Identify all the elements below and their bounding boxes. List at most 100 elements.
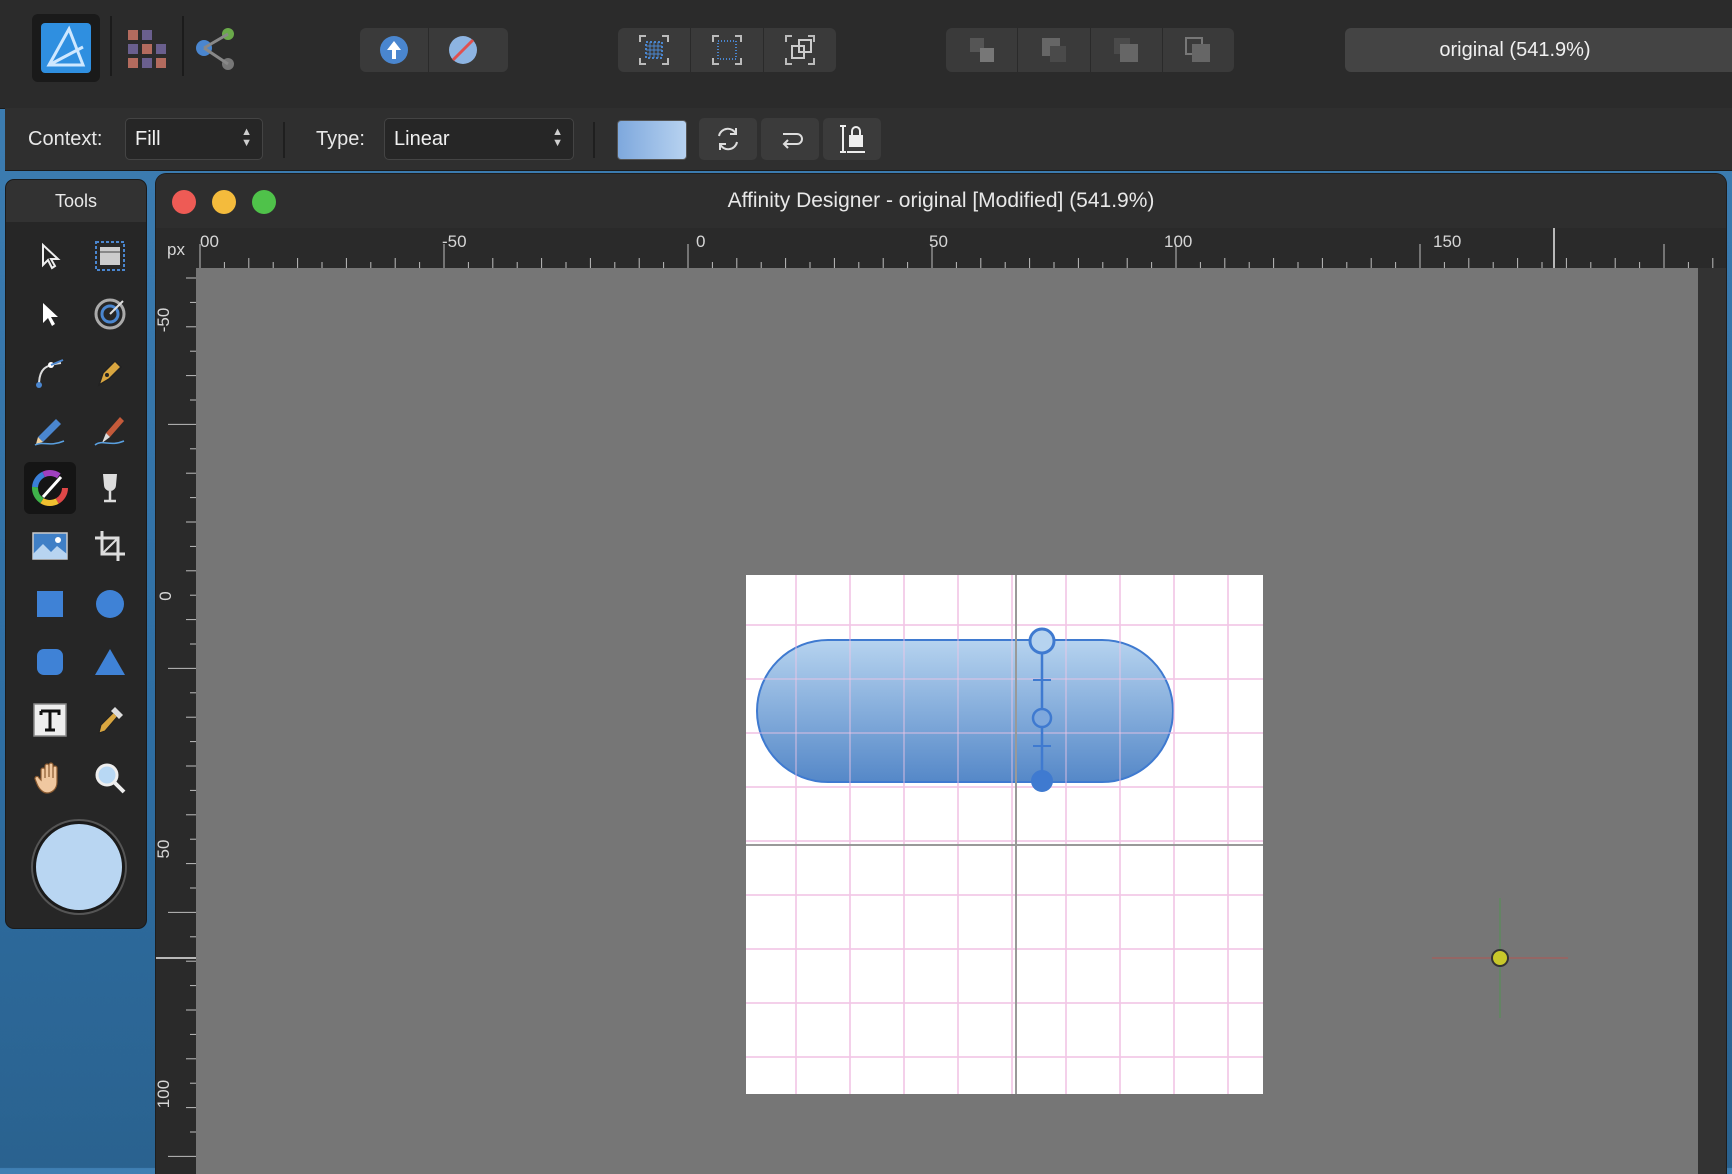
no-assistant-button[interactable] <box>429 28 497 72</box>
eyedropper-icon <box>98 707 123 734</box>
lock-icon <box>840 125 865 153</box>
rectangle-icon <box>37 591 63 617</box>
gradient-mid-stop[interactable] <box>1031 707 1053 729</box>
dotted-grid-icon <box>712 35 742 65</box>
lock-gradient-button[interactable] <box>823 118 881 160</box>
context-toolbar: Context: Fill ▲ ▼ Type: Linear ▲ ▼ <box>5 108 1732 171</box>
move-forward-one-icon <box>1114 38 1139 62</box>
artistic-text-tool[interactable] <box>24 694 76 746</box>
context-divider <box>283 122 285 158</box>
move-back-one-button[interactable] <box>1018 28 1091 72</box>
move-back-icon <box>969 38 994 62</box>
h-ruler-label: 0 <box>696 232 706 251</box>
export-persona-button[interactable] <box>194 26 242 77</box>
designer-persona-icon <box>41 23 91 73</box>
ruler-unit[interactable]: px <box>156 228 196 268</box>
wine-glass-icon <box>103 474 117 503</box>
v-ruler-label: -50 <box>156 307 173 333</box>
tools-panel: Tools <box>6 180 146 928</box>
pen-tool[interactable] <box>84 346 136 398</box>
hand-icon <box>34 762 58 794</box>
rounded-rectangle-tool[interactable] <box>24 636 76 688</box>
rounded-rectangle-icon <box>37 649 63 675</box>
transparency-tool[interactable] <box>84 462 136 514</box>
move-front-button[interactable] <box>1163 28 1234 72</box>
document-titlebar: Affinity Designer - original [Modified] … <box>156 174 1726 229</box>
h-ruler-label: 00 <box>200 232 219 251</box>
place-image-tool[interactable] <box>24 520 76 572</box>
export-persona-icon <box>196 28 234 70</box>
reverse-icon <box>782 133 803 149</box>
pen-nib-icon <box>97 359 123 387</box>
circle-icon <box>96 590 124 618</box>
gradient-preview-swatch[interactable] <box>617 120 687 160</box>
select-arrows-icon: ▲ ▼ <box>552 126 563 149</box>
h-ruler-label: 100 <box>1164 232 1193 251</box>
crop-tool[interactable] <box>84 520 136 572</box>
move-tool[interactable] <box>24 230 76 282</box>
transform-icon <box>785 35 815 65</box>
pill-shape[interactable] <box>756 639 1174 783</box>
horizontal-ruler[interactable]: 00 -50 0 50 100 150 <box>196 228 1726 268</box>
text-icon <box>33 703 67 737</box>
ellipse-tool[interactable] <box>84 578 136 630</box>
main-toolbar: original (541.9%) <box>0 0 1732 109</box>
v-ruler-label: 100 <box>156 1079 173 1109</box>
pixel-grid-button[interactable] <box>618 28 691 72</box>
h-ruler-label: -50 <box>442 232 467 251</box>
zoom-tool[interactable] <box>84 752 136 804</box>
no-assistant-icon <box>449 36 477 64</box>
pixel-persona-icon <box>128 30 166 68</box>
assistant-icon <box>380 36 408 64</box>
color-picker-tool[interactable] <box>84 694 136 746</box>
node-pointer-icon <box>43 303 58 326</box>
vertical-ruler-ticks <box>156 277 196 1157</box>
v-ruler-label: 0 <box>156 591 175 601</box>
corner-tool[interactable] <box>24 346 76 398</box>
zoom-field[interactable]: original (541.9%) <box>1345 28 1732 72</box>
select-arrows-icon: ▲ ▼ <box>241 126 252 149</box>
assistant-button[interactable] <box>360 28 429 72</box>
toolbar-divider <box>182 16 184 76</box>
rotate-gradient-button[interactable] <box>699 118 757 160</box>
vertical-ruler[interactable]: -50 0 50 100 <box>156 268 196 1174</box>
pencil-icon <box>34 419 65 446</box>
move-forward-one-button[interactable] <box>1091 28 1163 72</box>
h-ruler-label: 150 <box>1433 232 1462 251</box>
color-wheel-icon <box>32 470 68 506</box>
type-select[interactable]: Linear ▲ ▼ <box>384 118 574 160</box>
triangle-tool[interactable] <box>84 636 136 688</box>
move-front-icon <box>1185 37 1211 62</box>
view-tool[interactable] <box>24 752 76 804</box>
reverse-gradient-button[interactable] <box>761 118 819 160</box>
document-window: Affinity Designer - original [Modified] … <box>156 174 1726 1174</box>
context-select[interactable]: Fill ▲ ▼ <box>125 118 263 160</box>
cursor-target-icon <box>1491 949 1509 967</box>
rectangle-tool[interactable] <box>24 578 76 630</box>
pencil-tool[interactable] <box>24 404 76 456</box>
rotate-icon <box>718 127 738 151</box>
designer-persona-button[interactable] <box>32 14 100 82</box>
fill-tool[interactable] <box>24 462 76 514</box>
artboard-icon <box>95 241 125 271</box>
context-select-value: Fill <box>135 128 161 150</box>
gradient-end-stop[interactable] <box>1031 770 1053 792</box>
dotted-grid-button[interactable] <box>691 28 764 72</box>
crop-icon <box>95 531 125 561</box>
canvas[interactable] <box>196 268 1698 1174</box>
pixel-persona-button[interactable] <box>124 26 170 77</box>
pixel-grid-icon <box>639 35 669 65</box>
v-ruler-label: 50 <box>156 839 173 859</box>
transform-button[interactable] <box>764 28 836 72</box>
fill-color-well[interactable] <box>33 821 125 913</box>
node-tool[interactable] <box>24 288 76 340</box>
image-icon <box>32 532 68 560</box>
gradient-start-stop[interactable] <box>1028 627 1056 655</box>
point-transform-tool[interactable] <box>84 288 136 340</box>
vector-brush-tool[interactable] <box>84 404 136 456</box>
assistant-group <box>360 28 508 72</box>
move-back-button[interactable] <box>946 28 1019 72</box>
context-label: Context: <box>28 128 103 150</box>
artboard-tool[interactable] <box>84 230 136 282</box>
context-divider <box>593 122 595 158</box>
